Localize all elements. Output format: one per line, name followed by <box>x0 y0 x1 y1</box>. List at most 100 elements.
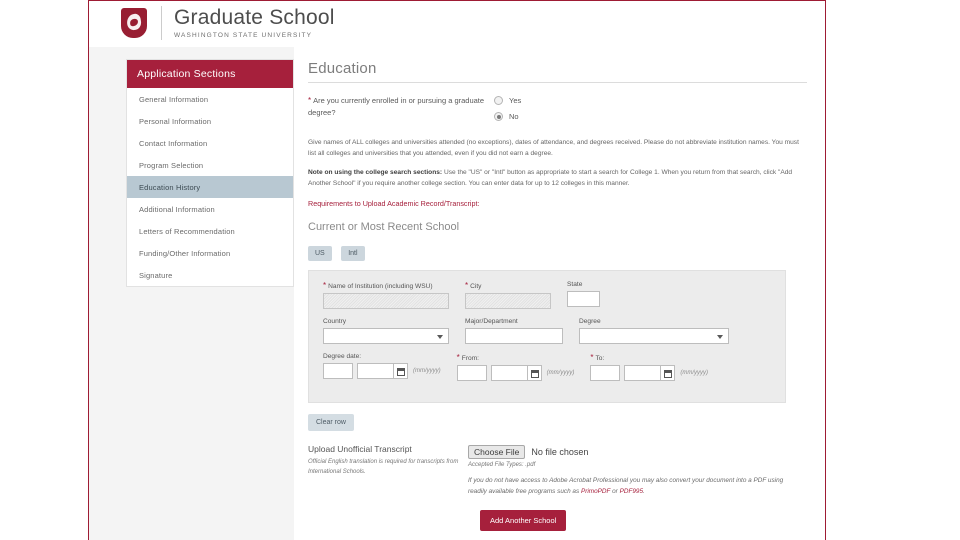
from-year-input[interactable] <box>490 365 528 382</box>
school-form-panel: * Name of Institution (including WSU) * Ci… <box>308 270 786 404</box>
institution-label-text: Name of Institution (including WSU) <box>328 283 433 291</box>
site-masthead: Graduate School Washington State Univers… <box>89 1 825 47</box>
field-from-date: * From: (mm/yyyy) <box>456 353 575 382</box>
graduate-degree-question: * Are you currently enrolled in or pursui… <box>308 95 807 128</box>
primopdf-link[interactable]: PrimoPDF <box>581 488 610 495</box>
degree-date-month-input[interactable] <box>323 363 353 380</box>
add-school-row: Add Another School <box>308 509 807 531</box>
file-input-row[interactable]: Choose File No file chosen <box>468 445 807 460</box>
application-sections-nav: Application Sections General Information… <box>126 59 294 287</box>
from-label: * From: <box>457 353 575 362</box>
upload-transcript-title: Upload Unofficial Transcript <box>308 444 412 455</box>
to-date-hint: (mm/yyyy) <box>680 370 709 377</box>
major-input[interactable] <box>465 328 563 345</box>
city-required-marker: * <box>465 281 469 291</box>
page-title: Education <box>308 60 807 83</box>
city-label: * City <box>465 281 551 290</box>
to-year-input[interactable] <box>624 365 662 382</box>
pdf995-link[interactable]: PDF995 <box>620 488 643 495</box>
upload-left-column: Upload Unofficial Transcript Official En… <box>308 444 468 497</box>
to-label-text: To: <box>595 355 605 363</box>
degree-date-year-input[interactable] <box>357 363 394 380</box>
form-row-1: * Name of Institution (including WSU) * Ci… <box>323 281 771 310</box>
sidebar-item-signature[interactable]: Signature <box>127 264 293 286</box>
country-label: Country <box>323 318 347 326</box>
clear-row-button[interactable]: Clear row <box>308 414 354 432</box>
requirements-heading: Requirements to Upload Academic Record/T… <box>308 198 480 208</box>
upload-translation-note: Official English translation is required… <box>308 459 459 475</box>
wsu-cougar-shield-icon <box>121 8 147 38</box>
field-degree-date: Degree date: (mm/yyyy) <box>323 353 441 381</box>
radio-option-yes[interactable]: Yes <box>494 96 521 105</box>
sidebar-item-personal-information[interactable]: Personal Information <box>127 110 293 132</box>
pdf-note-suffix: . <box>643 487 645 495</box>
brand-divider <box>161 6 162 40</box>
pdf-conversion-note: If you do not have access to Adobe Acrob… <box>468 476 788 497</box>
college-search-note-lead: Note on using the college search section… <box>308 168 443 176</box>
calendar-icon[interactable] <box>527 365 542 382</box>
from-month-input[interactable] <box>456 365 487 382</box>
from-required-marker: * <box>456 353 460 363</box>
radio-yes-label: Yes <box>509 96 522 105</box>
field-institution: * Name of Institution (including WSU) <box>323 281 449 310</box>
brand-title: Graduate School <box>174 5 335 29</box>
current-school-title: Current or Most Recent School <box>308 221 460 234</box>
sidebar-item-contact-information[interactable]: Contact Information <box>127 132 293 154</box>
to-month-input[interactable] <box>590 365 621 382</box>
slide-frame: Graduate School Washington State Univers… <box>88 0 826 540</box>
choose-file-button[interactable]: Choose File <box>468 445 526 460</box>
instructions-paragraph-1: Give names of ALL colleges and universit… <box>308 139 799 157</box>
major-label: Major/Department <box>465 318 518 326</box>
sidebar-item-program-selection[interactable]: Program Selection <box>127 154 293 176</box>
graduate-degree-question-label: * Are you currently enrolled in or pursui… <box>308 95 494 119</box>
page-body: Application Sections General Information… <box>89 47 825 540</box>
field-country: Country <box>323 318 449 345</box>
institution-label: * Name of Institution (including WSU) <box>323 281 449 290</box>
form-row-2: Country Major/Department Degree <box>323 318 771 345</box>
radio-yes-icon[interactable] <box>494 96 503 105</box>
accepted-file-types: Accepted File Types: .pdf <box>468 462 536 469</box>
form-row-3: Degree date: (mm/yyyy) * From: (mm/yyyy)… <box>323 353 771 382</box>
sidebar-item-general-information[interactable]: General Information <box>127 88 293 110</box>
field-state: State <box>567 281 600 309</box>
degree-date-hint: (mm/yyyy) <box>413 368 441 375</box>
sidebar-heading: Application Sections <box>127 60 293 88</box>
field-to-date: * To: (mm/yyyy) <box>590 353 709 382</box>
school-locale-toggle: US Intl <box>308 242 807 262</box>
from-label-text: From: <box>461 355 480 363</box>
field-degree: Degree <box>579 318 729 345</box>
pdf-note-middle: or <box>610 487 620 495</box>
city-label-text: City <box>470 283 482 291</box>
upload-right-column: Choose File No file chosen Accepted File… <box>468 444 807 497</box>
radio-no-icon[interactable] <box>494 112 503 121</box>
required-marker: * <box>308 96 312 105</box>
calendar-icon[interactable] <box>661 365 676 382</box>
radio-option-no[interactable]: No <box>494 112 521 121</box>
main-content: Education * Are you currently enrolled in… <box>294 47 825 540</box>
state-input[interactable] <box>567 291 600 308</box>
to-label: * To: <box>590 353 708 362</box>
sidebar-item-letters-of-recommendation[interactable]: Letters of Recommendation <box>127 220 293 242</box>
sidebar-item-education-history[interactable]: Education History <box>127 176 293 198</box>
institution-input[interactable] <box>323 293 449 310</box>
city-input[interactable] <box>465 293 551 310</box>
intl-search-button[interactable]: Intl <box>341 246 365 262</box>
add-another-school-button[interactable]: Add Another School <box>480 509 567 531</box>
degree-select[interactable] <box>579 328 729 345</box>
field-major: Major/Department <box>465 318 563 345</box>
degree-date-label: Degree date: <box>323 353 362 361</box>
graduate-degree-radio-group: Yes No <box>494 95 521 128</box>
institution-required-marker: * <box>323 281 327 291</box>
sidebar-column: Application Sections General Information… <box>89 47 294 540</box>
brand-subtitle: Washington State University <box>174 32 313 40</box>
to-required-marker: * <box>590 353 594 363</box>
sidebar-item-funding-other-information[interactable]: Funding/Other Information <box>127 242 293 264</box>
upload-transcript-block: Upload Unofficial Transcript Official En… <box>308 444 807 497</box>
from-date-hint: (mm/yyyy) <box>546 370 575 377</box>
sidebar-item-additional-information[interactable]: Additional Information <box>127 198 293 220</box>
field-city: * City <box>465 281 551 310</box>
calendar-icon[interactable] <box>394 363 408 380</box>
us-search-button[interactable]: US <box>308 246 332 262</box>
instructions-paragraph-2: Note on using the college search section… <box>308 168 806 190</box>
country-select[interactable] <box>323 328 449 345</box>
